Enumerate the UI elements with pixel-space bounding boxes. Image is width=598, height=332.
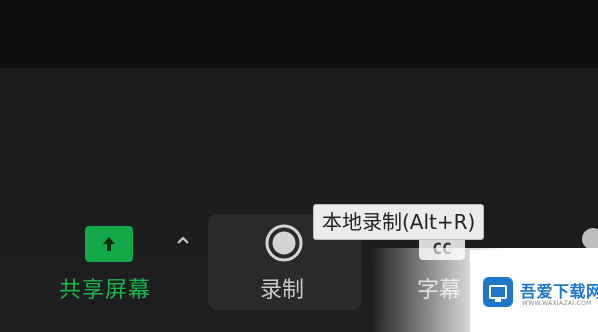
chevron-up-icon	[177, 236, 189, 244]
meeting-video-area	[0, 0, 598, 68]
share-options-toggle[interactable]	[173, 232, 193, 248]
site-watermark: 吾爱下载网 WWW.WAXIAZAI.COM	[470, 250, 598, 332]
share-screen-icon	[85, 226, 133, 262]
share-screen-label: 共享屏幕	[59, 278, 152, 303]
record-tooltip: 本地录制(Alt+R)	[313, 204, 485, 240]
more-options-icon[interactable]	[582, 228, 598, 250]
record-icon	[265, 224, 303, 262]
arrow-up-icon	[103, 237, 115, 251]
record-label: 录制	[260, 278, 305, 303]
share-screen-button[interactable]: 共享屏幕	[54, 222, 174, 312]
watermark-url: WWW.WAXIAZAI.COM	[522, 300, 592, 307]
watermark-title: 吾爱下载网	[520, 282, 598, 301]
watermark-logo-icon	[483, 277, 513, 307]
